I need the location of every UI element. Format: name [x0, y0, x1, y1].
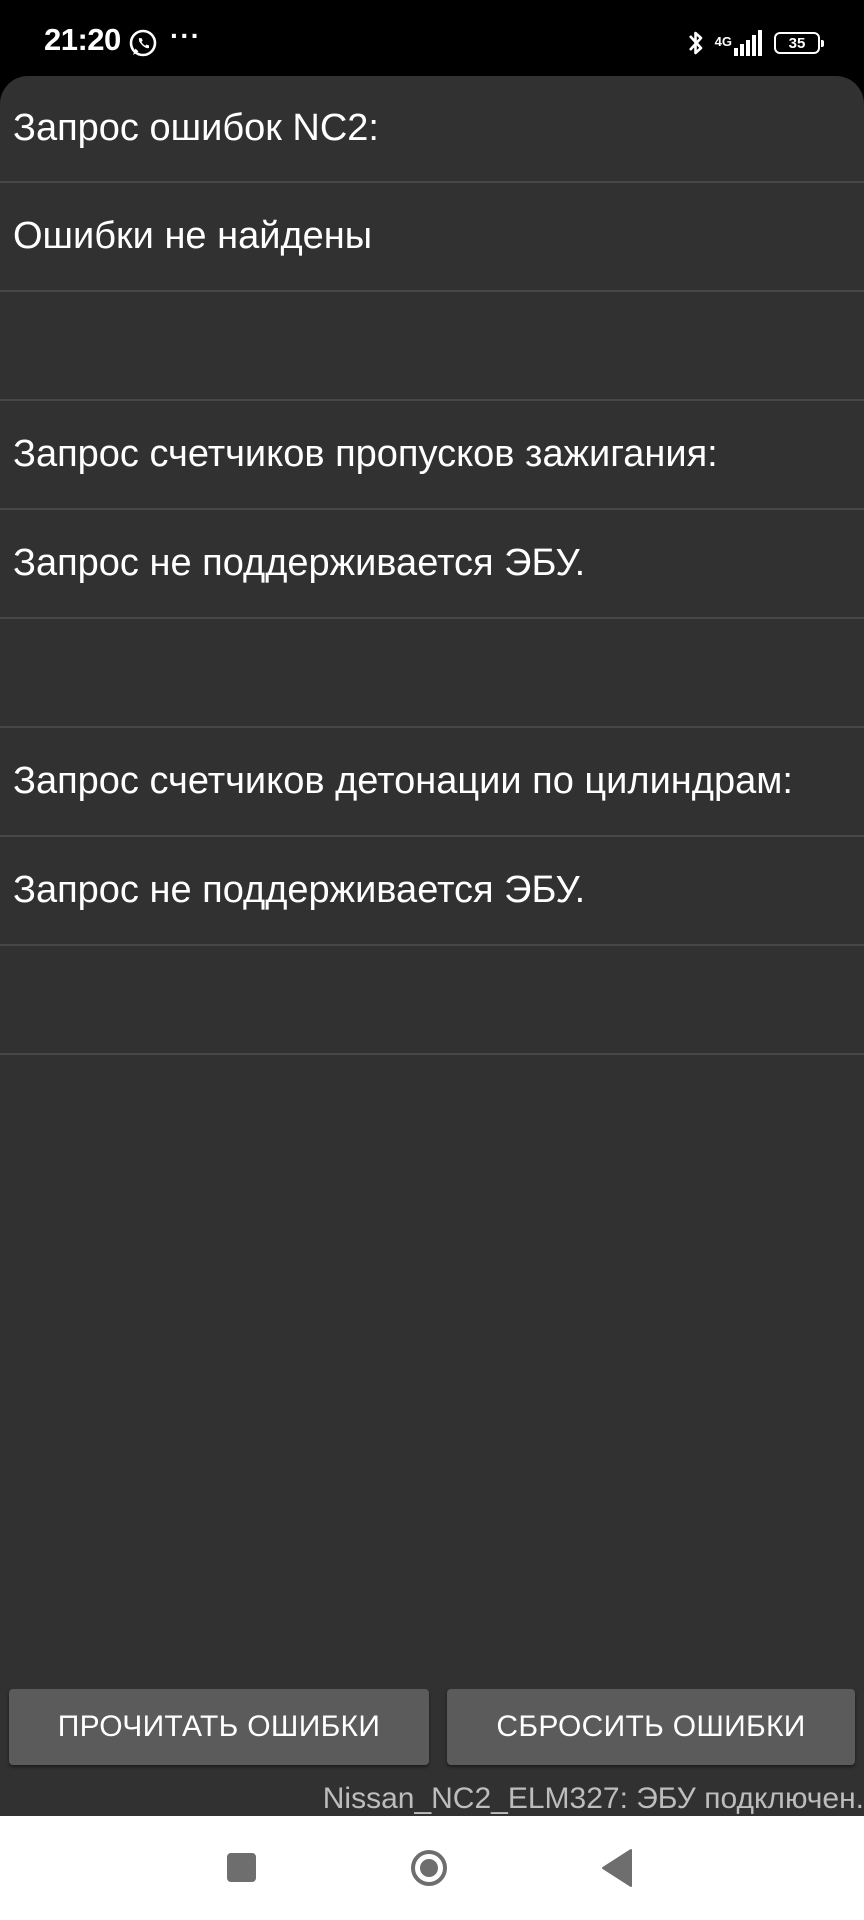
- list-item: [0, 292, 864, 401]
- signal-bars-icon: [734, 30, 762, 56]
- bluetooth-icon: [688, 31, 702, 55]
- battery-icon: 35: [774, 32, 824, 54]
- list-item: Запрос не поддерживается ЭБУ.: [0, 837, 864, 946]
- list-item: [0, 619, 864, 728]
- connection-status: Nissan_NC2_ELM327: ЭБУ подключен.: [322, 1782, 864, 1815]
- whatsapp-icon: [129, 29, 157, 57]
- results-list: Запрос ошибок NC2: Ошибки не найдены Зап…: [0, 76, 864, 1055]
- list-item: Ошибки не найдены: [0, 183, 864, 292]
- navigation-bar: [0, 1816, 864, 1920]
- more-notifications-icon: ···: [170, 20, 201, 51]
- home-icon[interactable]: [410, 1849, 448, 1887]
- status-bar: 21:20 ··· 4G 35: [0, 0, 864, 76]
- network-type: 4G: [714, 34, 732, 49]
- list-item: [0, 946, 864, 1055]
- list-item: Запрос ошибок NC2:: [0, 76, 864, 183]
- status-icons: 4G 35: [687, 26, 824, 60]
- cell-signal: 4G: [715, 30, 764, 56]
- reset-errors-button[interactable]: СБРОСИТЬ ОШИБКИ: [447, 1689, 855, 1765]
- list-item: Запрос счетчиков детонации по цилиндрам:: [0, 728, 864, 837]
- recent-apps-icon[interactable]: [227, 1853, 256, 1882]
- back-icon[interactable]: [600, 1848, 634, 1888]
- phone-screen: 21:20 ··· 4G 35 Запрос ошибок NC2: Ошибк…: [0, 0, 864, 1920]
- list-item: Запрос не поддерживается ЭБУ.: [0, 510, 864, 619]
- read-errors-button[interactable]: ПРОЧИТАТЬ ОШИБКИ: [9, 1689, 429, 1765]
- action-buttons: ПРОЧИТАТЬ ОШИБКИ СБРОСИТЬ ОШИБКИ: [0, 1689, 864, 1765]
- status-time: 21:20: [44, 22, 121, 57]
- app-content: Запрос ошибок NC2: Ошибки не найдены Зап…: [0, 76, 864, 1816]
- list-item: Запрос счетчиков пропусков зажигания:: [0, 401, 864, 510]
- battery-level: 35: [788, 34, 806, 52]
